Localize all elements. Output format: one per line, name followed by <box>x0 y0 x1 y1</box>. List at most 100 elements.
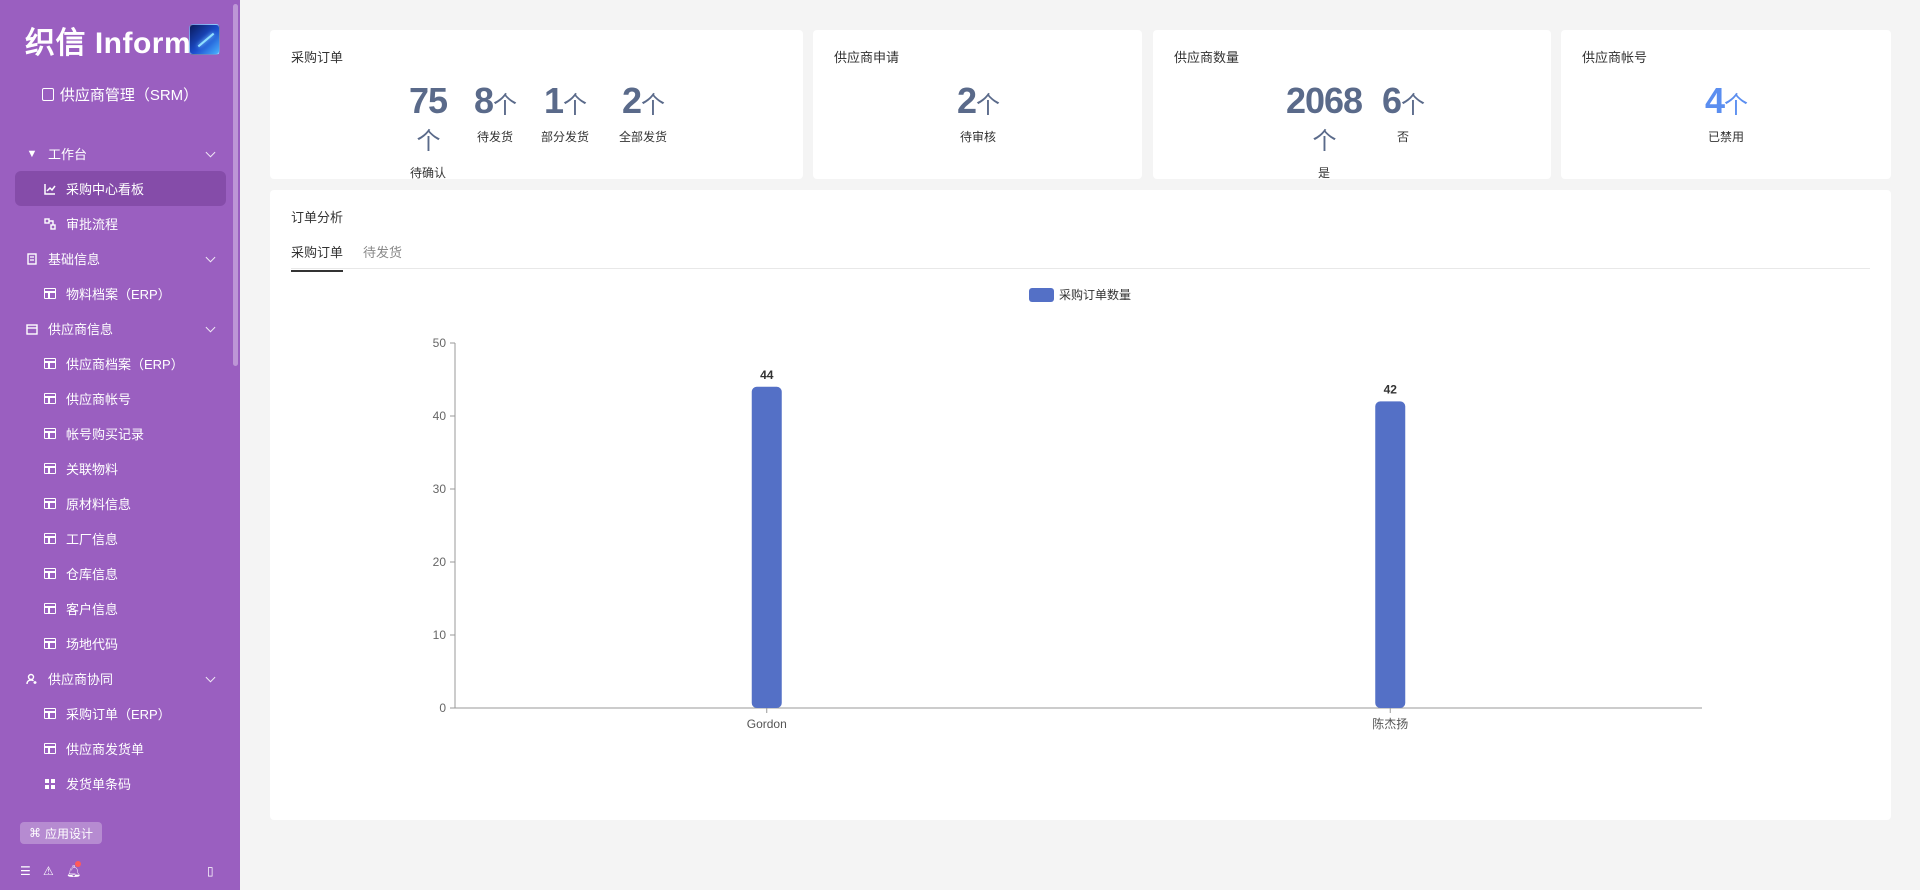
nav-item-related-materials[interactable]: 关联物料 <box>0 451 240 486</box>
stat-value: 4 <box>1704 80 1725 121</box>
stat-label: 待审核 <box>959 130 996 144</box>
card-title: 供应商帐号 <box>1582 50 1648 65</box>
x-tick-label: Gordon <box>747 717 787 731</box>
nav-label: 发货单条码 <box>66 777 132 792</box>
warning-icon[interactable]: ⚠ <box>43 864 54 878</box>
bar-series: 44 42 <box>751 368 1406 708</box>
menu-collapse-icon[interactable]: ☰ <box>20 864 31 878</box>
notification-dot <box>75 861 81 867</box>
stat-supplier-no[interactable]: 6个 否 <box>1378 83 1428 145</box>
bar <box>1375 401 1406 708</box>
nav-label: 工厂信息 <box>66 532 119 547</box>
stat-label: 已禁用 <box>1707 130 1744 144</box>
grid-icon <box>44 778 56 790</box>
nav-label: 物料档案（ERP） <box>66 287 171 302</box>
stat-partial-ship[interactable]: 1个 部分发货 <box>535 83 595 145</box>
card-title: 采购订单 <box>291 50 344 65</box>
supplier-applications-card: 供应商申请 2个 待审核 <box>813 30 1142 179</box>
nav-group-supplier-collab[interactable]: 供应商协同 <box>0 661 240 696</box>
purchase-orders-card: 采购订单 75个 待确认 8个 待发货 1个 部分发货 2个 全部发货 <box>270 30 803 181</box>
app-name[interactable]: 供应商管理（SRM） <box>0 84 240 105</box>
nav-item-approval-flow[interactable]: 审批流程 <box>0 206 240 241</box>
app-design-button[interactable]: ⌘ 应用设计 <box>20 822 103 844</box>
nav-label: 供应商档案（ERP） <box>66 357 184 372</box>
nav-item-delivery-barcode[interactable]: 发货单条码 <box>0 766 240 801</box>
chart-legend[interactable]: 采购订单数量 <box>1029 287 1131 302</box>
stat-value: 2 <box>621 80 642 121</box>
chevron-down-icon <box>205 252 216 263</box>
stat-label: 是 <box>1317 166 1330 180</box>
bar-data-label: 44 <box>760 368 774 382</box>
y-tick-label: 0 <box>439 701 446 715</box>
sidebar-toggle-icon[interactable]: ▯ <box>207 864 214 878</box>
card-title: 供应商数量 <box>1174 50 1240 65</box>
table-icon <box>44 288 56 300</box>
nav-label: 供应商协同 <box>48 672 114 687</box>
nav-item-site-code[interactable]: 场地代码 <box>0 626 240 661</box>
flow-icon <box>44 217 56 230</box>
brand-logo-icon <box>189 24 220 55</box>
stat-value: 2 <box>956 80 977 121</box>
stat-value: 75 <box>408 80 448 121</box>
nav-item-factory-info[interactable]: 工厂信息 <box>0 521 240 556</box>
stat-unit: 个 <box>641 92 665 119</box>
stat-supplier-yes[interactable]: 2068 个 是 <box>1279 83 1369 181</box>
y-tick-label: 30 <box>433 482 447 496</box>
nav-label: 帐号购买记录 <box>66 427 145 442</box>
workbench-icon: ▼ <box>26 147 38 160</box>
nav-label: 采购订单（ERP） <box>66 707 171 722</box>
stat-unit: 个 <box>563 92 587 119</box>
stat-pending-ship[interactable]: 8个 待发货 <box>470 83 520 145</box>
stat-full-ship[interactable]: 2个 全部发货 <box>613 83 673 145</box>
nav-item-supplier-archive[interactable]: 供应商档案（ERP） <box>0 346 240 381</box>
nav-item-supplier-account[interactable]: 供应商帐号 <box>0 381 240 416</box>
stat-pending-confirm[interactable]: 75 个 待确认 <box>398 83 458 181</box>
stat-pending-review[interactable]: 2个 待审核 <box>943 83 1013 145</box>
nav-item-warehouse-info[interactable]: 仓库信息 <box>0 556 240 591</box>
table-icon <box>44 568 56 580</box>
y-tick-label: 40 <box>433 409 447 423</box>
table-icon <box>44 358 56 370</box>
sidebar-nav: ▼ 工作台 采购中心看板 审批流程 基础信息 物料档案（ERP） 供应商信息 供… <box>0 136 240 801</box>
chevron-down-icon <box>205 147 216 158</box>
nav-label: 审批流程 <box>66 217 119 232</box>
stat-disabled-accounts[interactable]: 4个 已禁用 <box>1691 83 1761 145</box>
stat-value: 2068 <box>1285 80 1363 121</box>
nav-label: 基础信息 <box>48 252 101 267</box>
order-analysis-card: 订单分析 采购订单 待发货 采购订单数量 0 10 20 30 40 50 Gordon 陈… <box>270 190 1891 820</box>
nav-label: 供应商信息 <box>48 322 114 337</box>
stat-unit: 个 <box>1724 92 1748 119</box>
building-icon <box>26 252 38 265</box>
stat-unit: 个 <box>493 92 517 119</box>
table-icon <box>44 463 56 475</box>
stat-unit: 个 <box>1312 128 1337 155</box>
nav-item-supplier-delivery[interactable]: 供应商发货单 <box>0 731 240 766</box>
user-add-icon <box>26 673 38 685</box>
table-icon <box>44 743 56 755</box>
design-icon: ⌘ <box>29 826 41 840</box>
nav-group-basic-info[interactable]: 基础信息 <box>0 241 240 276</box>
nav-group-supplier-info[interactable]: 供应商信息 <box>0 311 240 346</box>
nav-item-material-archive[interactable]: 物料档案（ERP） <box>0 276 240 311</box>
nav-item-purchase-order-erp[interactable]: 采购订单（ERP） <box>0 696 240 731</box>
sidebar: 织信 Informat 供应商管理（SRM） ▼ 工作台 采购中心看板 审批流程 <box>0 0 240 890</box>
nav-item-purchase-dashboard[interactable]: 采购中心看板 <box>15 171 226 206</box>
table-icon <box>44 533 56 545</box>
stat-unit: 个 <box>976 92 1000 119</box>
card-title: 供应商申请 <box>834 50 900 65</box>
app-design-label: 应用设计 <box>45 826 94 841</box>
nav-item-account-purchase-records[interactable]: 帐号购买记录 <box>0 416 240 451</box>
nav-label: 采购中心看板 <box>66 182 145 197</box>
nav-item-customer-info[interactable]: 客户信息 <box>0 591 240 626</box>
chevron-down-icon <box>205 672 216 683</box>
table-icon <box>44 498 56 510</box>
x-axis: Gordon 陈杰扬 <box>455 707 1702 731</box>
bar-data-label: 42 <box>1384 382 1398 396</box>
nav-label: 工作台 <box>48 147 88 162</box>
nav-group-workbench[interactable]: ▼ 工作台 <box>0 136 240 171</box>
nav-label: 原材料信息 <box>66 497 132 512</box>
y-tick-label: 50 <box>433 336 447 350</box>
nav-item-raw-materials[interactable]: 原材料信息 <box>0 486 240 521</box>
chevron-down-icon <box>205 322 216 333</box>
stat-label: 部分发货 <box>540 130 589 144</box>
